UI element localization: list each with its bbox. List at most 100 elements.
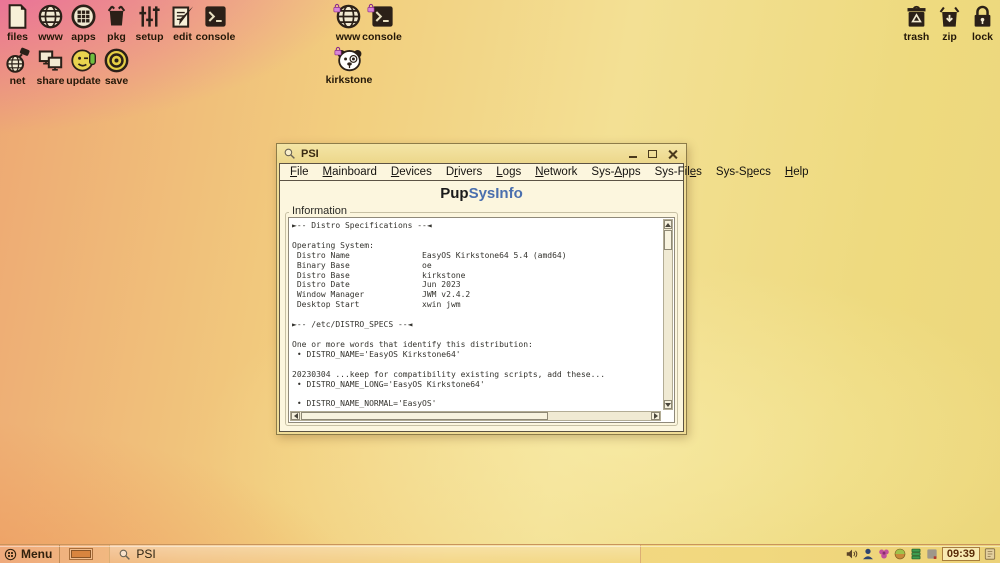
setup-icon [136, 3, 163, 30]
menu-mainboard[interactable]: Mainboard [316, 165, 384, 179]
menu-button[interactable]: Menu [0, 545, 60, 563]
vertical-scroll-thumb[interactable] [664, 230, 672, 250]
scroll-up-button[interactable] [664, 220, 672, 229]
menu-network[interactable]: Network [528, 165, 584, 179]
pager-active-desktop [71, 550, 91, 558]
desktop-icon-edit[interactable]: edit [166, 3, 199, 43]
menu-help[interactable]: Help [778, 165, 816, 179]
window-title: PSI [301, 148, 620, 160]
horizontal-scrollbar[interactable] [290, 411, 661, 421]
desktop-icon-label: setup [135, 31, 163, 43]
tray-stack-icon[interactable] [909, 547, 923, 561]
desktop-icon-kirkstone[interactable]: kirkstone [322, 46, 376, 86]
dock-center-kirkstone: kirkstone [322, 46, 376, 86]
desktop-icon-lock[interactable]: lock [966, 3, 999, 43]
menu-logs[interactable]: Logs [489, 165, 528, 179]
globe-icon [335, 3, 362, 30]
menu-devices[interactable]: Devices [384, 165, 439, 179]
dock-top-left-row1: files wwwappspkg setup edit console [1, 3, 232, 43]
desktop-icon-label: trash [904, 31, 930, 43]
desktop-pager[interactable] [69, 548, 93, 560]
desktop-icon-label: www [336, 31, 361, 43]
magnifier-icon [283, 147, 296, 160]
pupsysinfo-window: PSI FileMainboardDevicesDriversLogsNetwo… [276, 143, 687, 435]
desktop: fileswwwappspkgsetupeditconsolenetshareu… [0, 0, 1000, 563]
desktop-icon-label: console [196, 31, 236, 43]
tray-orb-icon[interactable] [893, 547, 907, 561]
arrow-up-icon [665, 223, 671, 227]
arrow-right-icon [654, 413, 658, 419]
menu-icon [4, 548, 17, 561]
update-icon [70, 47, 97, 74]
maximize-button[interactable] [645, 147, 660, 161]
desktop-icon-share[interactable]: share [34, 47, 67, 87]
menu-drivers[interactable]: Drivers [439, 165, 489, 179]
save-icon [103, 47, 130, 74]
desktop-icon-zip[interactable]: zip [933, 3, 966, 43]
close-button[interactable] [665, 147, 680, 161]
window-client-area: FileMainboardDevicesDriversLogsNetworkSy… [279, 163, 684, 432]
trash-icon [903, 3, 930, 30]
scroll-down-button[interactable] [664, 400, 672, 409]
files-icon [4, 3, 31, 30]
dock-center-row: wwwconsole [331, 3, 399, 43]
desktop-icon-setup[interactable]: setup [133, 3, 166, 43]
desktop-icon-label: edit [173, 31, 192, 43]
system-tray [845, 547, 939, 561]
desktop-icon-save[interactable]: save [100, 47, 133, 87]
desktop-icon-files[interactable]: files [1, 3, 34, 43]
desktop-icon-label: files [7, 31, 28, 43]
globe-icon [37, 3, 64, 30]
window-titlebar[interactable]: PSI [277, 144, 686, 163]
taskbar-clock[interactable]: 09:39 [942, 547, 980, 561]
horizontal-scroll-thumb[interactable] [301, 412, 548, 420]
close-icon [668, 149, 678, 159]
desktop-icon-apps[interactable]: apps [67, 3, 100, 43]
desktop-icon-pkg[interactable]: pkg [100, 3, 133, 43]
menu-file[interactable]: File [283, 165, 316, 179]
lock-badge-icon [332, 0, 342, 10]
tray-notes-icon[interactable] [983, 547, 997, 561]
page-title-sysinfo: SysInfo [469, 185, 523, 202]
desktop-icon-www[interactable]: www [34, 3, 67, 43]
tray-volume-icon[interactable] [845, 547, 859, 561]
minimize-icon [629, 156, 637, 158]
edit-icon [169, 3, 196, 30]
desktop-icon-console[interactable]: console [365, 3, 399, 43]
tray-plugin-icon[interactable] [925, 547, 939, 561]
scroll-left-button[interactable] [291, 412, 300, 420]
desktop-icon-net[interactable]: net [1, 47, 34, 87]
menu-button-label: Menu [21, 547, 52, 561]
net-icon [4, 47, 31, 74]
lock-badge-icon [333, 43, 343, 53]
desktop-icon-console[interactable]: console [199, 3, 232, 43]
zip-icon [936, 3, 963, 30]
menu-sys-specs[interactable]: Sys-Specs [709, 165, 778, 179]
page-title-pup: Pup [440, 185, 468, 202]
menu-sys-apps[interactable]: Sys-Apps [584, 165, 647, 179]
tray-flower-icon[interactable] [877, 547, 891, 561]
console-icon [202, 3, 229, 30]
desktop-icon-update[interactable]: update [67, 47, 100, 87]
task-button-psi[interactable]: PSI [109, 545, 641, 563]
desktop-icon-label: console [362, 31, 402, 43]
desktop-icon-label: pkg [107, 31, 126, 43]
lock-badge-icon [366, 0, 376, 10]
arrow-left-icon [294, 413, 298, 419]
sysinfo-text-view[interactable]: ►-- Distro Specifications --◄ Operating … [288, 217, 675, 423]
desktop-icon-trash[interactable]: trash [900, 3, 933, 43]
desktop-icon-label: apps [71, 31, 96, 43]
vertical-scrollbar[interactable] [663, 219, 673, 410]
desktop-icon-www[interactable]: www [331, 3, 365, 43]
arrow-down-icon [665, 403, 671, 407]
magnifier-icon [118, 548, 131, 561]
maximize-icon [648, 150, 657, 158]
menu-bar: FileMainboardDevicesDriversLogsNetworkSy… [280, 164, 683, 181]
apps-icon [70, 3, 97, 30]
desktop-icon-label: update [66, 75, 100, 87]
menu-sys-files[interactable]: Sys-Files [648, 165, 709, 179]
minimize-button[interactable] [625, 147, 640, 161]
tray-user-icon[interactable] [861, 547, 875, 561]
scroll-right-button[interactable] [651, 412, 660, 420]
share-icon [37, 47, 64, 74]
